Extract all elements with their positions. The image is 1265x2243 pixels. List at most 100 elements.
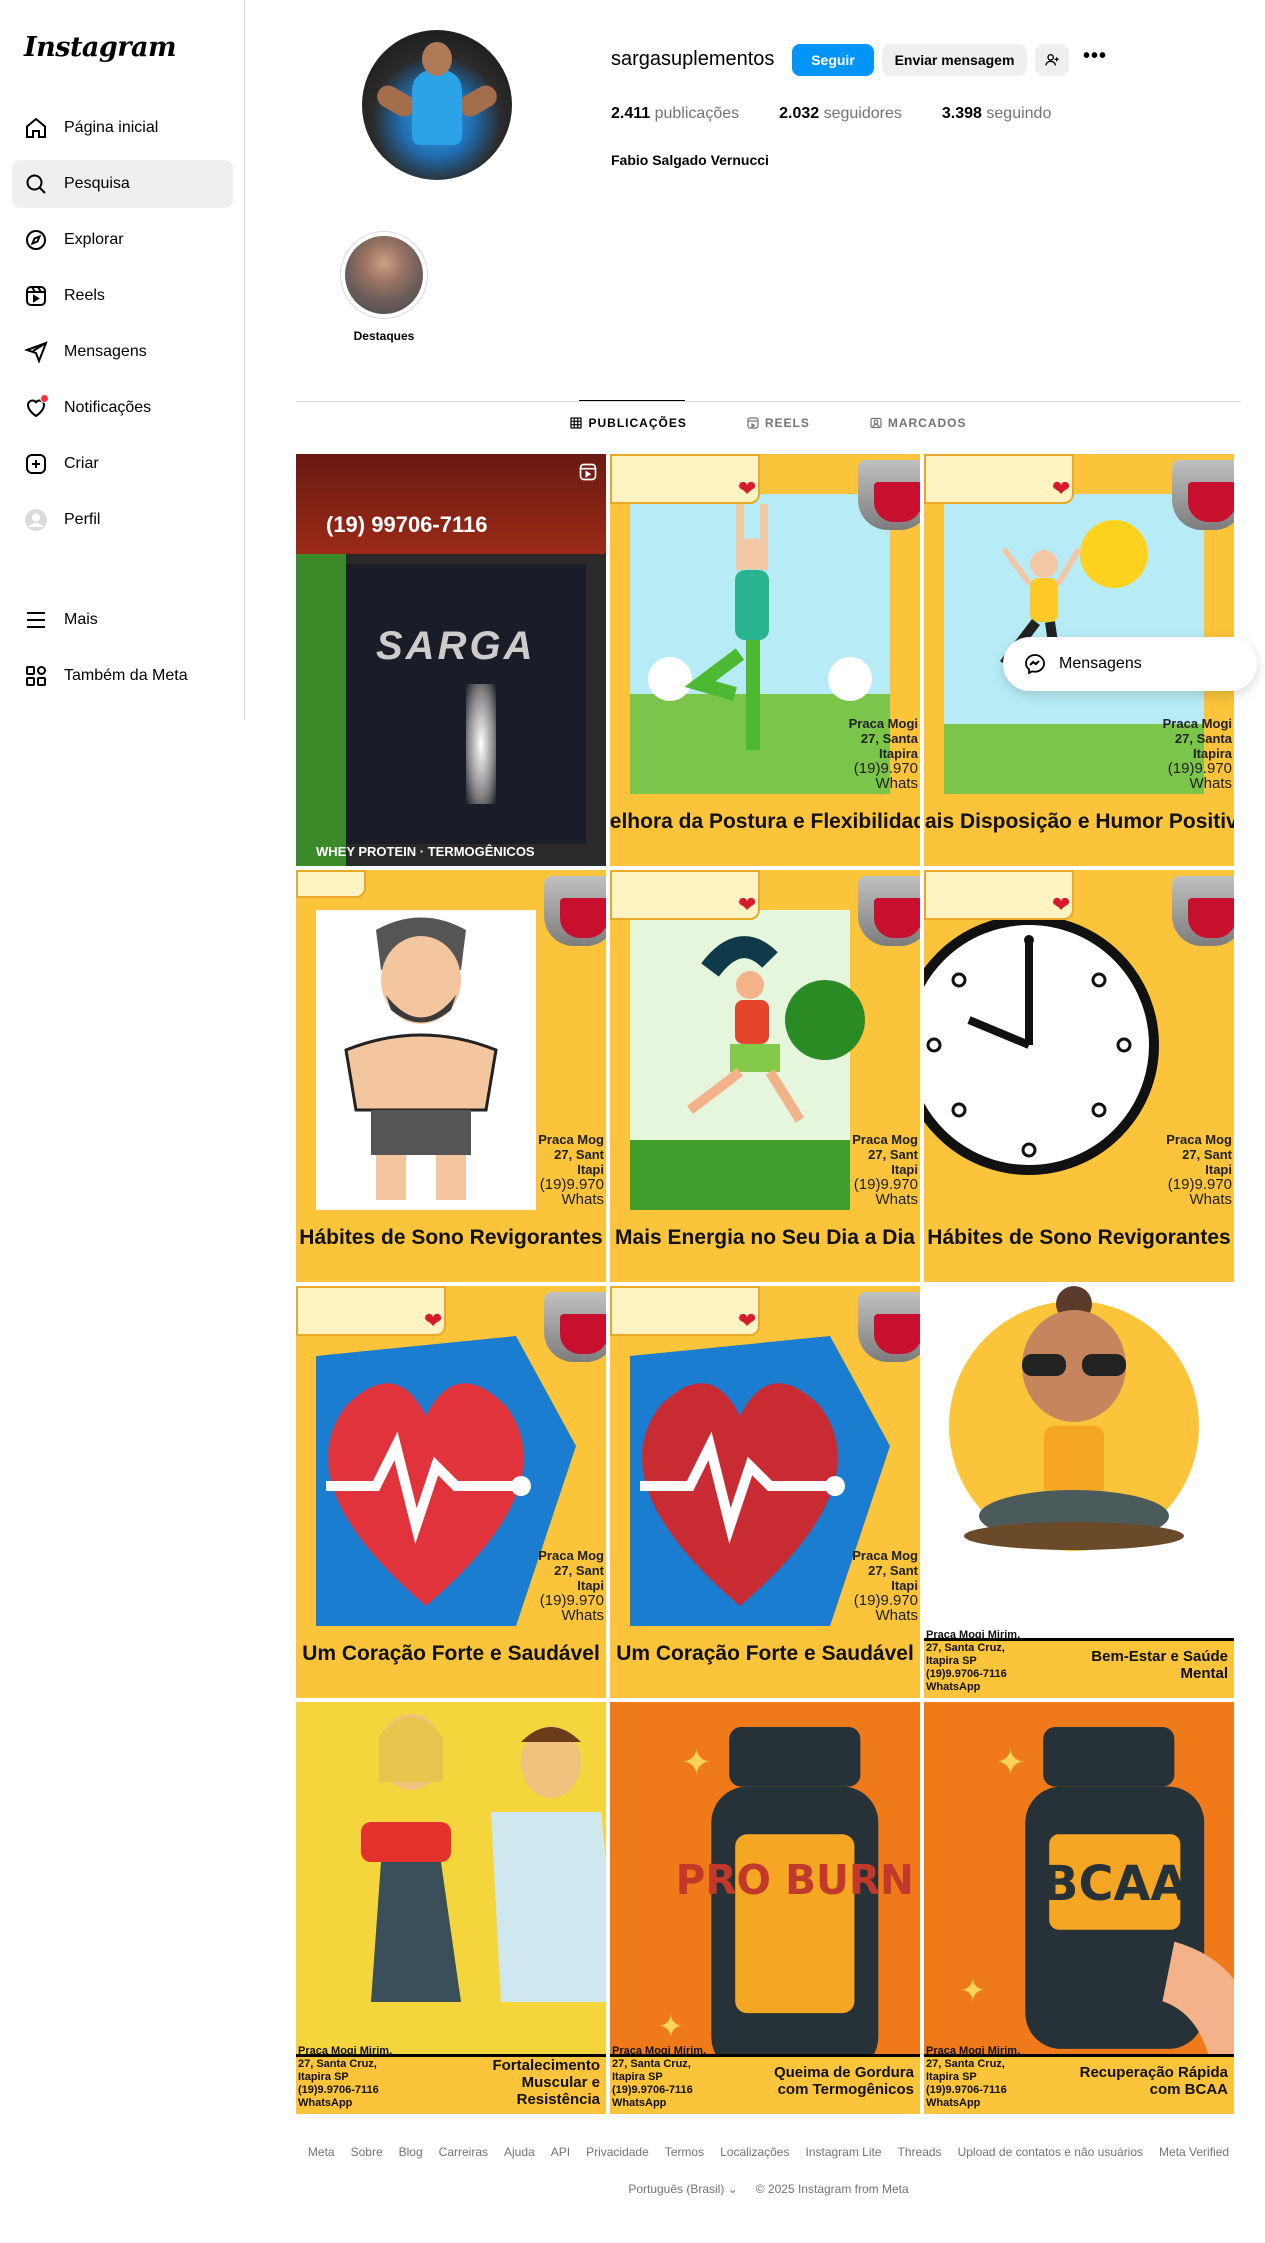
tab-reels[interactable]: REELS	[747, 416, 810, 430]
follow-button[interactable]: Seguir	[792, 44, 874, 76]
main-nav: Página inicial Pesquisa Explorar Reels M…	[12, 104, 233, 552]
post-tile[interactable]: ✦✦✦PRO BURN Praca Mogi Mirim,27, Santa C…	[610, 1702, 920, 2114]
more-options-icon[interactable]: •••	[1080, 46, 1110, 72]
menu-icon	[24, 608, 48, 632]
small-heart-icon: ❤	[1052, 892, 1071, 917]
post-address: Praca Mogi Mirim, 27, Santa Cruz, Itapira …	[926, 1629, 1021, 1693]
sarga-shield-logo	[1172, 876, 1234, 946]
nav-reels[interactable]: Reels	[12, 272, 233, 320]
footer-link[interactable]: Threads	[898, 2145, 942, 2159]
post-address: Praca Mogi Mirim, 27, Santa Cruz, Itapira …	[298, 2045, 393, 2109]
supplement-jar-illustration: ✦✦✦BCAA	[924, 1703, 1234, 2062]
post-caption: Mais Energia no Seu Dia a Dia	[610, 1214, 920, 1262]
avatar-icon	[24, 508, 48, 532]
story-highlight[interactable]: Destaques	[340, 231, 428, 343]
nav-profile[interactable]: Perfil	[12, 496, 233, 544]
sarga-shield-logo	[858, 1292, 920, 1362]
post-caption: Hábites de Sono Revigorantes	[924, 1214, 1234, 1262]
small-heart-icon: ❤	[738, 892, 757, 917]
footer-link[interactable]: Instagram Lite	[805, 2145, 881, 2159]
nav-home[interactable]: Página inicial	[12, 104, 233, 152]
chevron-down-icon: ⌄	[727, 2182, 738, 2196]
post-tile[interactable]: ✦✦✦BCAA Praca Mogi Mirim,27, Santa Cruz,…	[924, 1702, 1234, 2114]
heart-pulse-illustration	[630, 1336, 890, 1626]
post-caption: Recuperação Rápida com BCAA	[1079, 2064, 1228, 2098]
nav-also-from-meta[interactable]: Também da Meta	[12, 652, 233, 700]
profile-tabs: PUBLICAÇÕES REELS MARCADOS	[296, 416, 1241, 430]
nav-more[interactable]: Mais	[12, 596, 233, 644]
footer-link[interactable]: Ajuda	[504, 2145, 535, 2159]
nav-messages[interactable]: Mensagens	[12, 328, 233, 376]
post-caption: Melhora da Postura e Flexibilidade	[610, 798, 920, 846]
sarga-shield-logo	[858, 460, 920, 530]
post-tile[interactable]: Praca Mog 27, Sant Itapi (19)9.970 Whats Háb…	[296, 870, 606, 1282]
footer-link[interactable]: Carreiras	[439, 2145, 488, 2159]
tabs-divider	[296, 401, 1241, 402]
post-caption: Um Coração Forte e Saudável	[296, 1630, 606, 1678]
small-heart-icon: ❤	[424, 1308, 443, 1333]
messages-floating-label: Mensagens	[1059, 655, 1142, 672]
post-illustration	[630, 910, 865, 1210]
post-tile[interactable]: Praca Mogi Mirim, 27, Santa Cruz, Itapira …	[924, 1286, 1234, 1698]
following-stat[interactable]: 3.398 seguindo	[942, 105, 1051, 123]
post-address: Praca Mog 27, Sant Itapi (19)9.970 Whats	[1166, 1132, 1232, 1208]
small-heart-icon: ❤	[738, 1308, 757, 1333]
post-header-badge	[296, 870, 366, 898]
sidebar: Instagram Página inicial Pesquisa Explor…	[0, 0, 245, 720]
tab-posts[interactable]: PUBLICAÇÕES	[570, 416, 686, 430]
phone-text: (19) 99706-7116	[326, 512, 488, 537]
post-caption: Mais Disposição e Humor Positivo	[924, 798, 1234, 846]
footer-link[interactable]: Blog	[399, 2145, 423, 2159]
product-label-top: PRO BURN	[676, 1856, 914, 1904]
tagged-tab-icon	[870, 417, 882, 429]
add-person-icon	[1045, 54, 1059, 66]
post-address: Praca Mog 27, Sant Itapi (19)9.970 Whats	[852, 1548, 918, 1624]
footer-link[interactable]: API	[551, 2145, 570, 2159]
followers-stat[interactable]: 2.032 seguidores	[779, 105, 902, 123]
posts-grid: (19) 99706-7116 SARGA WHEY PROTEIN · TER…	[296, 454, 1238, 2114]
footer-link[interactable]: Upload de contatos e não usuários	[958, 2145, 1143, 2159]
profile-username: sargasuplementos	[611, 48, 775, 70]
reels-icon	[24, 284, 48, 308]
messages-floating-button[interactable]: Mensagens	[1003, 637, 1257, 691]
small-heart-icon: ❤	[1052, 476, 1071, 501]
profile-stats: 2.411 publicações 2.032 seguidores 3.398…	[611, 105, 1051, 123]
post-illustration	[316, 910, 536, 1210]
footer-link[interactable]: Privacidade	[586, 2145, 649, 2159]
nav-explore[interactable]: Explorar	[12, 216, 233, 264]
post-tile[interactable]: ❤ Praca Mog 27, Sant Itapi (19)9.970 Whats M…	[610, 870, 920, 1282]
nav-search[interactable]: Pesquisa	[12, 160, 233, 208]
footer-bottom: Português (Brasil) ⌄ © 2025 Instagram fr…	[296, 2182, 1241, 2196]
post-tile[interactable]: (19) 99706-7116 SARGA WHEY PROTEIN · TER…	[296, 454, 606, 866]
nav-notifications[interactable]: Notificações	[12, 384, 233, 432]
sarga-shield-logo	[858, 876, 920, 946]
banner-text: WHEY PROTEIN · TERMOGÊNICOS	[316, 844, 535, 859]
nav-create[interactable]: Criar	[12, 440, 233, 488]
post-tile[interactable]: ❤ Praca Mog 27, Sant Itapi (19)9.970 Whats U…	[296, 1286, 606, 1698]
product-label: BCAA	[1042, 1857, 1187, 1912]
nav-create-label: Criar	[64, 455, 99, 472]
language-selector[interactable]: Português (Brasil) ⌄	[628, 2182, 737, 2196]
post-address: Praca Mogi 27, Santa Itapira (19)9.970 Whats	[1162, 716, 1232, 792]
profile-picture[interactable]	[362, 30, 512, 180]
footer-link[interactable]: Termos	[665, 2145, 704, 2159]
post-tile[interactable]: Praca Mogi Mirim, 27, Santa Cruz, Itapira …	[296, 1702, 606, 2114]
post-address: Praca Mog 27, Sant Itapi (19)9.970 Whats	[538, 1132, 604, 1208]
footer-link[interactable]: Meta	[308, 2145, 335, 2159]
post-caption: Queima de Gordura com Termogênicos	[773, 2064, 914, 2098]
send-message-button[interactable]: Enviar mensagem	[882, 44, 1027, 76]
post-tile[interactable]: ❤ Praca Mogi 27, Santa Itapira (19)9.970 Wha…	[610, 454, 920, 866]
nav-notifications-label: Notificações	[64, 399, 152, 416]
footer-link[interactable]: Localizações	[720, 2145, 789, 2159]
supplement-jar-illustration: ✦✦✦PRO BURN	[610, 1703, 920, 2062]
footer-link[interactable]: Sobre	[351, 2145, 383, 2159]
highlight-ring	[340, 231, 428, 319]
post-tile[interactable]: ❤ Praca Mog 27, Sant Itapi (19)9.970 Whats H…	[924, 870, 1234, 1282]
tab-tagged[interactable]: MARCADOS	[870, 416, 967, 430]
suggest-user-button[interactable]	[1035, 44, 1069, 76]
footer-link[interactable]: Meta Verified	[1159, 2145, 1229, 2159]
svg-text:✦: ✦	[996, 1743, 1026, 1783]
nav-search-label: Pesquisa	[64, 175, 130, 192]
instagram-logo[interactable]: Instagram	[24, 32, 177, 63]
post-tile[interactable]: ❤ Praca Mog 27, Sant Itapi (19)9.970 Whats U…	[610, 1286, 920, 1698]
